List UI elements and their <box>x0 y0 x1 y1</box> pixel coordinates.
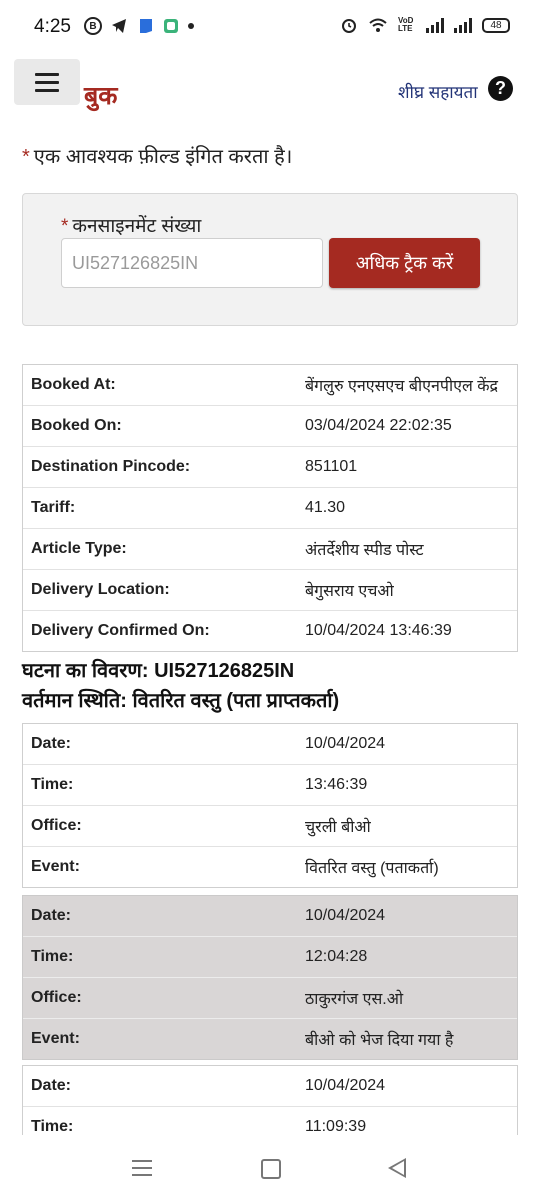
event-date-value: 10/04/2024 <box>305 907 386 924</box>
consignment-label-text: कनसाइनमेंट संख्या <box>72 216 202 237</box>
table-row: Office: ठाकुरगंज एस.ओ <box>23 977 517 1019</box>
status-left-icons: B <box>84 17 194 35</box>
hamburger-menu-button[interactable] <box>14 59 80 105</box>
article-type-label: Article Type: <box>23 528 297 570</box>
event-date-label: Date: <box>31 1077 72 1094</box>
event-table: Date: 10/04/2024 Time: 12:04:28 Office: ठाक… <box>22 895 518 1060</box>
booked-on-value: 03/04/2024 22:02:35 <box>297 405 517 447</box>
delivery-confirmed-label: Delivery Confirmed On: <box>23 610 297 651</box>
status-right-icons: VoD LTE 48 <box>340 16 510 34</box>
event-table: Date: 10/04/2024 Time: 13:46:39 Office: चुर… <box>22 723 518 888</box>
event-time-label: Time: <box>23 764 297 806</box>
table-row: Delivery Confirmed On: 10/04/2024 13:46:3… <box>23 610 517 651</box>
system-nav-bar <box>0 1135 540 1200</box>
required-star: * <box>61 216 69 237</box>
event-name-value: वितरित वस्तु (पताकर्ता) <box>297 846 517 887</box>
wifi-icon <box>369 18 387 32</box>
table-row: Time: 13:46:39 <box>23 764 517 806</box>
track-more-button[interactable]: अधिक ट्रैक करें <box>329 238 480 288</box>
table-row: Time: 12:04:28 <box>23 936 517 978</box>
event-office-value: ठाकुरगंज एस.ओ <box>297 977 517 1019</box>
table-row: Event: वितरित वस्तु (पताकर्ता) <box>23 846 517 887</box>
table-row: Date: 10/04/2024 <box>23 724 517 765</box>
event-time-label: Time: <box>23 1106 297 1137</box>
table-row: Event: बीओ को भेज दिया गया है <box>23 1018 517 1059</box>
quick-help-link[interactable]: शीघ्र सहायता <box>398 80 478 103</box>
b-icon: B <box>84 17 102 35</box>
event-time-value: 13:46:39 <box>297 764 517 806</box>
event-office-value: चुरली बीओ <box>297 805 517 847</box>
events-heading: घटना का विवरण: UI527126825IN वर्तमान स्थ… <box>22 656 339 716</box>
event-details-title: घटना का विवरण: UI527126825IN <box>22 660 295 682</box>
notification-dot <box>188 23 194 29</box>
app-icon <box>140 19 152 33</box>
home-icon[interactable] <box>261 1159 281 1179</box>
page-header: बुक शीघ्र सहायता ? <box>0 56 540 116</box>
event-name-value: बीओ को भेज दिया गया है <box>297 1018 517 1059</box>
app-icon <box>164 19 178 33</box>
current-status-title: वर्तमान स्थिति: वितरित वस्तु (पता प्राप्… <box>22 690 340 712</box>
booked-at-label: Booked At: <box>31 376 116 393</box>
event-time-value: 11:09:39 <box>297 1106 517 1137</box>
signal-icon <box>426 17 444 33</box>
tariff-value: 41.30 <box>297 487 517 529</box>
event-office-label: Office: <box>23 805 297 847</box>
required-field-note: * एक आवश्यक फ़ील्ड इंगित करता है। <box>22 142 292 169</box>
event-name-label: Event: <box>23 1018 297 1059</box>
event-date-label: Date: <box>31 735 72 752</box>
table-row: Date: 10/04/2024 <box>23 1066 517 1107</box>
required-star: * <box>22 146 30 168</box>
event-time-value: 12:04:28 <box>297 936 517 978</box>
battery-icon: 48 <box>482 17 510 33</box>
booking-details-table: Booked At: बेंगलुरु एनएसएच बीएनपीएल केंद्… <box>22 364 518 652</box>
booked-on-label: Booked On: <box>23 405 297 447</box>
recents-icon[interactable] <box>132 1160 152 1176</box>
required-note-text: एक आवश्यक फ़ील्ड इंगित करता है। <box>33 146 293 168</box>
article-type-value: अंतर्देशीय स्पीड पोस्ट <box>297 528 517 570</box>
table-row: Article Type: अंतर्देशीय स्पीड पोस्ट <box>23 528 517 570</box>
menu-bar <box>35 80 59 84</box>
brand-title: बुक <box>84 82 118 110</box>
delivery-location-value: बेगुसराय एचओ <box>297 569 517 611</box>
event-time-label: Time: <box>23 936 297 978</box>
event-date-value: 10/04/2024 <box>305 735 386 752</box>
consignment-search-panel: * कनसाइनमेंट संख्या UI527126825IN अधिक ट्… <box>22 193 518 326</box>
status-time: 4:25 <box>34 16 71 37</box>
menu-bar <box>35 88 59 92</box>
event-date-value: 10/04/2024 <box>305 1077 386 1094</box>
back-icon-inner <box>392 1161 404 1175</box>
lte-label: VoD LTE <box>398 16 414 33</box>
telegram-icon <box>112 19 126 33</box>
battery-level: 48 <box>490 19 502 31</box>
table-row: Office: चुरली बीओ <box>23 805 517 847</box>
alarm-icon <box>342 19 356 33</box>
help-icon[interactable]: ? <box>488 76 513 101</box>
table-row: Tariff: 41.30 <box>23 487 517 529</box>
table-row: Time: 11:09:39 <box>23 1106 517 1137</box>
status-bar: 4:25 B VoD LTE 48 <box>0 0 540 56</box>
event-date-label: Date: <box>31 907 72 924</box>
signal-icon <box>454 17 472 33</box>
event-table: Date: 10/04/2024 Time: 11:09:39 <box>22 1065 518 1137</box>
table-row: Delivery Location: बेगुसराय एचओ <box>23 569 517 611</box>
event-office-label: Office: <box>23 977 297 1019</box>
table-row: Booked On: 03/04/2024 22:02:35 <box>23 405 517 447</box>
consignment-number-input[interactable]: UI527126825IN <box>61 238 323 288</box>
destination-pincode-value: 851101 <box>297 446 517 488</box>
tariff-label: Tariff: <box>23 487 297 529</box>
booked-at-value: बेंगलुरु एनएसएच बीएनपीएल केंद्र <box>305 378 499 395</box>
table-row: Date: 10/04/2024 <box>23 896 517 937</box>
event-name-label: Event: <box>23 846 297 887</box>
table-row: Destination Pincode: 851101 <box>23 446 517 488</box>
delivery-location-label: Delivery Location: <box>23 569 297 611</box>
consignment-label: * कनसाइनमेंट संख्या <box>61 212 201 238</box>
destination-pincode-label: Destination Pincode: <box>23 446 297 488</box>
menu-bar <box>35 72 59 76</box>
delivery-confirmed-value: 10/04/2024 13:46:39 <box>297 610 517 651</box>
table-row: Booked At: बेंगलुरु एनएसएच बीएनपीएल केंद्… <box>23 365 517 406</box>
